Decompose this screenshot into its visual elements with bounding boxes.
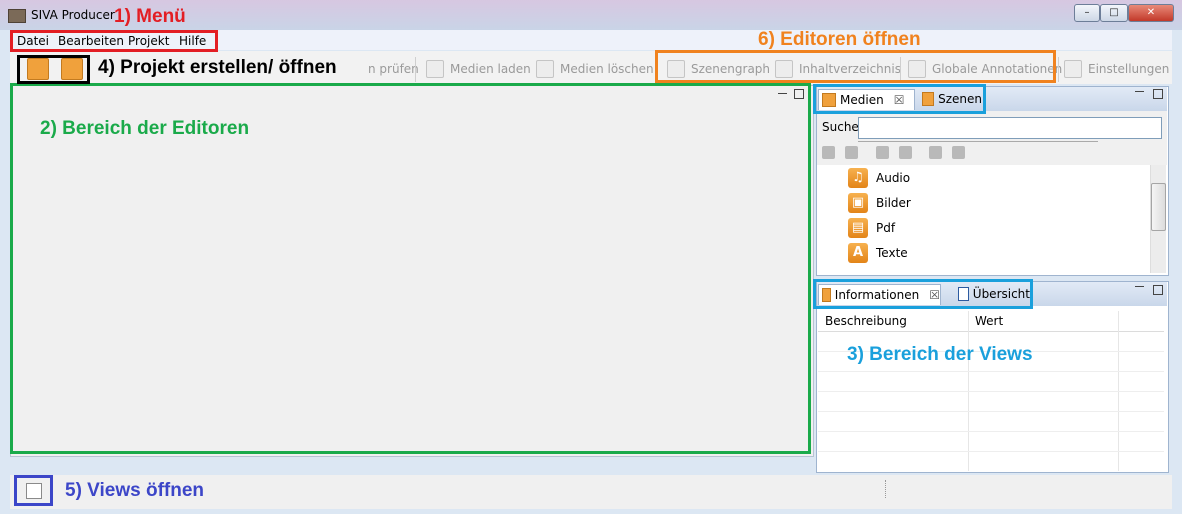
- annotation-box-info-tabs: [813, 279, 1033, 309]
- settings-button[interactable]: Einstellungen: [1064, 58, 1169, 80]
- delete-media-button[interactable]: Medien löschen: [536, 58, 654, 80]
- load-media-label: Medien laden: [450, 62, 531, 76]
- maximize-button[interactable]: □: [1100, 4, 1128, 22]
- pdf-icon: ▤: [848, 218, 868, 238]
- app-icon: [8, 9, 26, 23]
- annotation-box-menu: [10, 30, 218, 52]
- annotation-box-project: [17, 55, 90, 84]
- info-minimize-icon[interactable]: [1135, 283, 1144, 287]
- status-separator: [885, 480, 888, 498]
- toolbar-separator: [415, 57, 416, 82]
- delete-media-label: Medien löschen: [560, 62, 654, 76]
- check-project-label: n prüfen: [368, 62, 419, 76]
- annotation-editors-open: 6) Editoren öffnen: [758, 29, 921, 50]
- load-media-button[interactable]: Medien laden: [426, 58, 531, 80]
- trash-icon[interactable]: [845, 146, 858, 159]
- toolbar-separator: [1058, 57, 1059, 82]
- annotation-views: 3) Bereich der Views: [847, 344, 1033, 365]
- row-divider: [818, 391, 1164, 392]
- annotation-editors: 2) Bereich der Editoren: [40, 118, 250, 139]
- list-item[interactable]: ▤ Pdf: [848, 217, 895, 239]
- divider: [858, 141, 1098, 142]
- list-item-label: Audio: [876, 171, 911, 185]
- row-divider: [818, 371, 1164, 372]
- list-item-label: Texte: [876, 246, 908, 260]
- settings-label: Einstellungen: [1088, 62, 1170, 76]
- add-icon[interactable]: [822, 146, 835, 159]
- zoom-icon[interactable]: [876, 146, 889, 159]
- search-label: Suche: [822, 120, 859, 134]
- list-item[interactable]: ▣ Bilder: [848, 192, 911, 214]
- annotation-box-views-open: [14, 475, 53, 506]
- annotation-menu: 1) Menü: [114, 6, 186, 27]
- annotation-project: 4) Projekt erstellen/ öffnen: [98, 57, 337, 78]
- minus-icon: [536, 60, 554, 78]
- image-icon: ▣: [848, 193, 868, 213]
- list-item[interactable]: A Texte: [848, 242, 908, 264]
- rename-icon[interactable]: [899, 146, 912, 159]
- column-header-wert[interactable]: Wert: [975, 314, 1003, 328]
- close-button[interactable]: ✕: [1128, 4, 1174, 22]
- media-maximize-icon[interactable]: [1153, 89, 1163, 99]
- list-item-label: Bilder: [876, 196, 911, 210]
- media-minimize-icon[interactable]: [1135, 88, 1144, 92]
- list-item-label: Pdf: [876, 221, 896, 235]
- plus-icon: [426, 60, 444, 78]
- list-item[interactable]: ♫ Audio: [848, 167, 910, 189]
- scrollbar-thumb[interactable]: [1151, 183, 1166, 231]
- row-divider: [818, 431, 1164, 432]
- row-divider: [818, 411, 1164, 412]
- clip-add-icon[interactable]: [952, 146, 965, 159]
- gear-icon: [1064, 60, 1082, 78]
- annotation-views-open: 5) Views öffnen: [65, 480, 205, 501]
- minimize-button[interactable]: –: [1074, 4, 1100, 22]
- info-maximize-icon[interactable]: [1153, 285, 1163, 295]
- row-divider: [818, 451, 1164, 452]
- annotation-box-media-tabs: [813, 84, 986, 114]
- text-icon: A: [848, 243, 868, 263]
- search-input[interactable]: [858, 117, 1162, 139]
- clip-icon[interactable]: [929, 146, 942, 159]
- audio-icon: ♫: [848, 168, 868, 188]
- check-project-button[interactable]: n prüfen: [368, 58, 419, 80]
- annotation-box-editors-open: [655, 50, 1056, 83]
- column-header-beschreibung[interactable]: Beschreibung: [825, 314, 907, 328]
- window-title: SIVA Producer: [31, 8, 115, 22]
- info-view: [816, 281, 1169, 473]
